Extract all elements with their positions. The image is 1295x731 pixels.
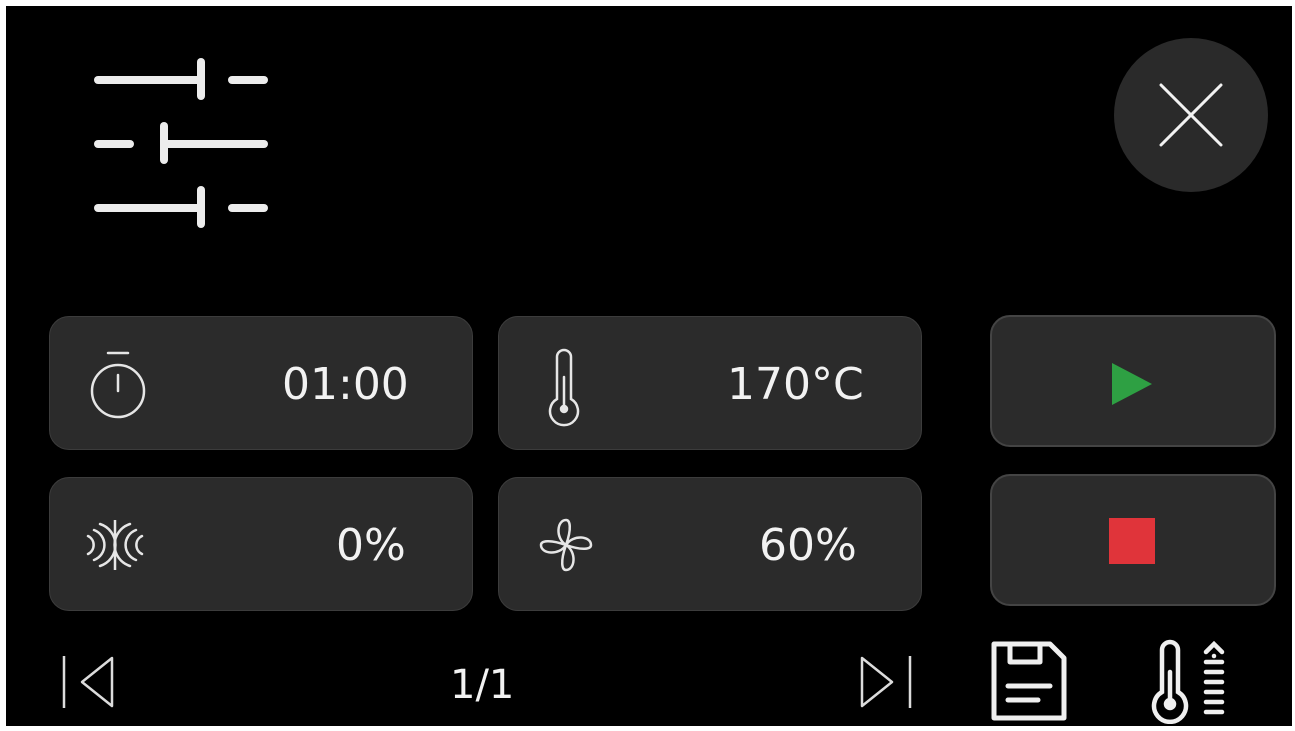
previous-page-icon[interactable] [60,652,120,712]
fan-tile[interactable]: 60% [498,477,922,611]
next-page-icon[interactable] [856,652,916,712]
temperature-tile[interactable]: 170°C [498,316,922,450]
play-icon [1112,363,1152,405]
save-icon[interactable] [988,638,1070,724]
stopwatch-icon [90,351,146,419]
stop-button[interactable] [990,474,1276,606]
sliders-icon [94,58,268,228]
stop-icon [1109,518,1155,564]
humidity-icon [86,520,144,570]
core-temperature-icon[interactable] [1146,638,1232,724]
time-tile[interactable]: 01:00 [49,316,473,450]
oven-control-screen: 01:00 170°C 0% 60% 1/1 [6,6,1292,726]
fan-icon [539,518,593,572]
close-button[interactable] [1114,38,1268,192]
humidity-value: 0% [336,520,406,571]
page-indicator: 1/1 [450,662,515,708]
humidity-tile[interactable]: 0% [49,477,473,611]
start-button[interactable] [990,315,1276,447]
temperature-value: 170°C [727,359,864,410]
thermometer-icon [548,348,580,427]
time-value: 01:00 [282,359,409,410]
fan-value: 60% [759,520,857,571]
close-icon [1159,83,1223,147]
